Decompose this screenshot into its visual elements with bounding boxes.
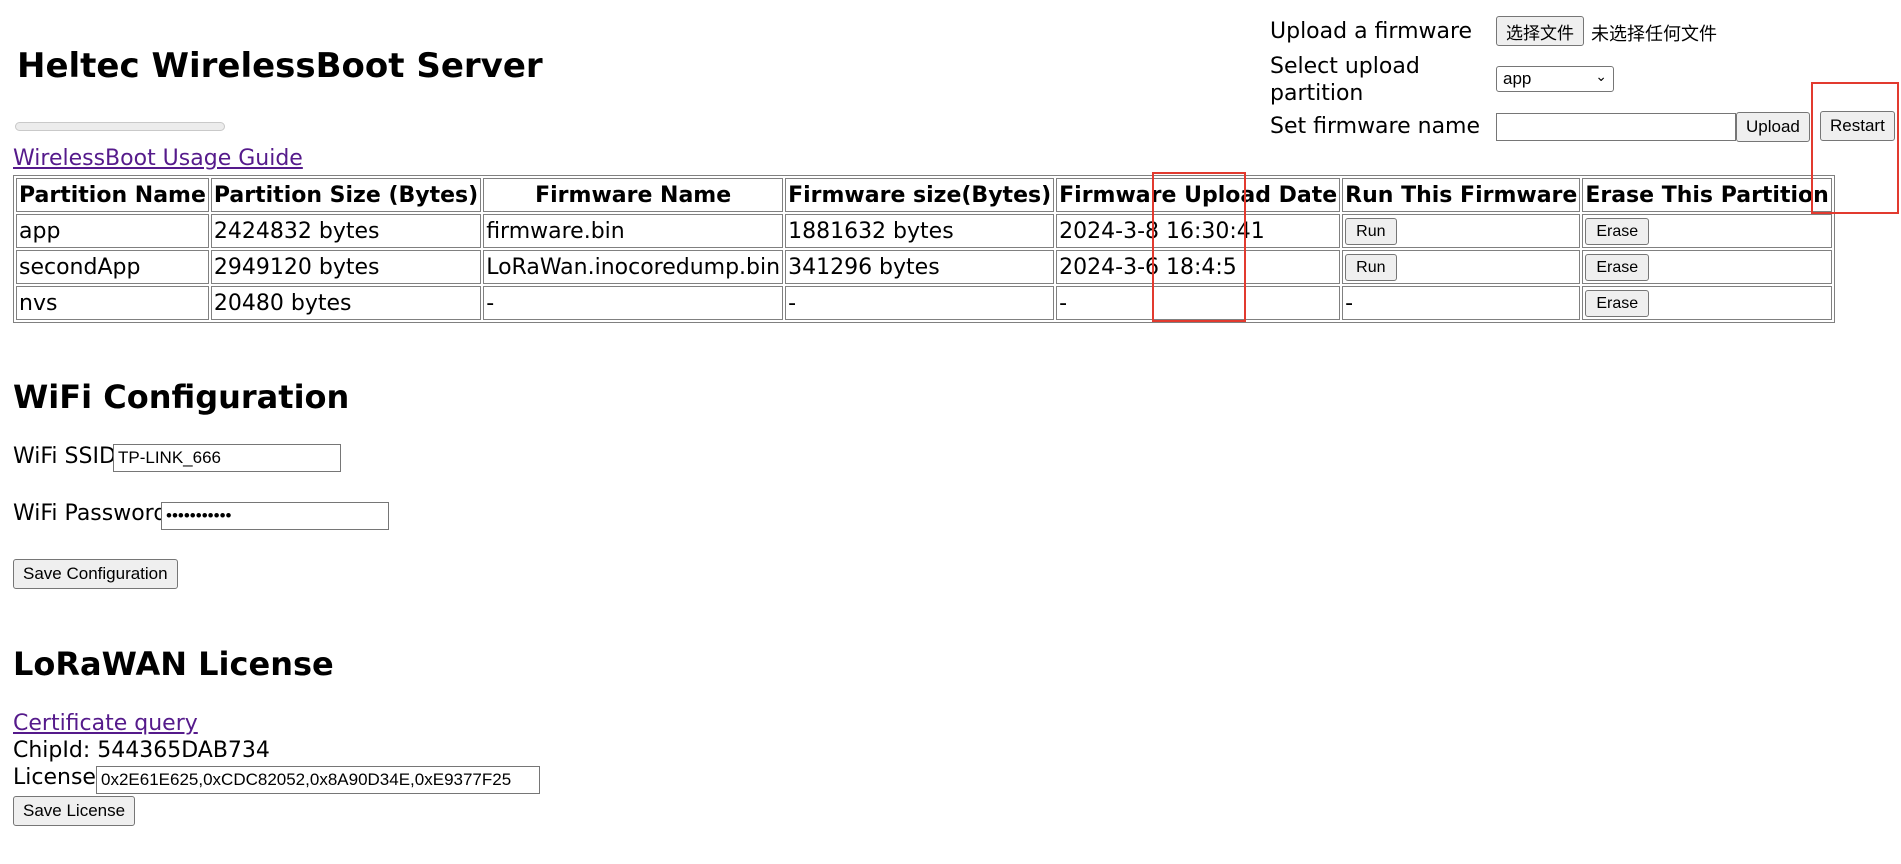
- license-input[interactable]: [96, 766, 540, 794]
- partition-table: Partition Name Partition Size (Bytes) Fi…: [13, 175, 1835, 323]
- partition-size-cell: 20480 bytes: [210, 286, 482, 320]
- run-cell: Run: [1342, 214, 1581, 248]
- choose-file-button[interactable]: 选择文件: [1496, 16, 1584, 46]
- license-label: License:: [13, 765, 104, 790]
- save-license-button[interactable]: Save License: [13, 796, 136, 826]
- upload-panel: Upload a firmware 选择文件 未选择任何文件 Select up…: [1270, 15, 1890, 145]
- upload-date-cell: -: [1056, 286, 1341, 320]
- table-row: app 2424832 bytes firmware.bin 1881632 b…: [16, 214, 1832, 248]
- firmware-size-cell: 341296 bytes: [785, 250, 1055, 284]
- erase-cell: Erase: [1582, 250, 1832, 284]
- firmware-name-label: Set firmware name: [1270, 114, 1481, 139]
- chip-id-text: ChipId: 544365DAB734: [13, 738, 270, 763]
- table-row: secondApp 2949120 bytes LoRaWan.inocored…: [16, 250, 1832, 284]
- column-header: Partition Name: [16, 178, 209, 212]
- run-button[interactable]: Run: [1345, 218, 1397, 246]
- column-header: Firmware Upload Date: [1056, 178, 1341, 212]
- erase-cell: Erase: [1582, 286, 1832, 320]
- firmware-name-cell: -: [483, 286, 784, 320]
- wifi-ssid-label: WiFi SSID:: [13, 444, 124, 469]
- column-header: Erase This Partition: [1582, 178, 1832, 212]
- upload-button[interactable]: Upload: [1736, 112, 1810, 142]
- restart-button[interactable]: Restart: [1820, 111, 1895, 141]
- partition-select[interactable]: app ⌄: [1496, 66, 1614, 92]
- run-cell: Run: [1342, 250, 1581, 284]
- firmware-size-cell: 1881632 bytes: [785, 214, 1055, 248]
- save-configuration-button[interactable]: Save Configuration: [13, 559, 178, 589]
- column-header: Run This Firmware: [1342, 178, 1581, 212]
- erase-button[interactable]: Erase: [1585, 290, 1650, 318]
- no-file-chosen-text: 未选择任何文件: [1591, 24, 1717, 45]
- partition-name-cell: app: [16, 214, 209, 248]
- partition-name-cell: nvs: [16, 286, 209, 320]
- wifi-password-input[interactable]: [161, 502, 389, 530]
- upload-date-cell: 2024-3-8 16:30:41: [1056, 214, 1341, 248]
- table-header-row: Partition Name Partition Size (Bytes) Fi…: [16, 178, 1832, 212]
- run-button[interactable]: Run: [1345, 254, 1397, 282]
- erase-cell: Erase: [1582, 214, 1832, 248]
- chevron-down-icon: ⌄: [1595, 68, 1607, 84]
- column-header: Partition Size (Bytes): [210, 178, 482, 212]
- partition-size-cell: 2949120 bytes: [210, 250, 482, 284]
- partition-select-value: app: [1503, 69, 1532, 88]
- certificate-query-link[interactable]: Certificate query: [13, 711, 198, 736]
- run-cell: -: [1342, 286, 1581, 320]
- firmware-name-cell: firmware.bin: [483, 214, 784, 248]
- column-header: Firmware size(Bytes): [785, 178, 1055, 212]
- usage-guide-link[interactable]: WirelessBoot Usage Guide: [13, 146, 303, 171]
- partition-size-cell: 2424832 bytes: [210, 214, 482, 248]
- erase-button[interactable]: Erase: [1585, 254, 1650, 282]
- page-title: Heltec WirelessBoot Server: [17, 46, 543, 86]
- select-partition-label: Select upload partition: [1270, 54, 1420, 106]
- table-row: nvs 20480 bytes - - - - Erase: [16, 286, 1832, 320]
- license-heading: LoRaWAN License: [13, 645, 334, 683]
- partition-name-cell: secondApp: [16, 250, 209, 284]
- erase-button[interactable]: Erase: [1585, 218, 1650, 246]
- wifi-password-label: WiFi Password:: [13, 501, 175, 526]
- wifi-ssid-input[interactable]: [113, 444, 341, 472]
- firmware-size-cell: -: [785, 286, 1055, 320]
- firmware-name-input[interactable]: [1496, 113, 1736, 141]
- column-header: Firmware Name: [483, 178, 784, 212]
- firmware-name-cell: LoRaWan.inocoredump.bin: [483, 250, 784, 284]
- upload-date-cell: 2024-3-6 18:4:5: [1056, 250, 1341, 284]
- upload-firmware-label: Upload a firmware: [1270, 19, 1473, 44]
- wifi-heading: WiFi Configuration: [13, 378, 350, 416]
- upload-progress-bar: [15, 122, 225, 131]
